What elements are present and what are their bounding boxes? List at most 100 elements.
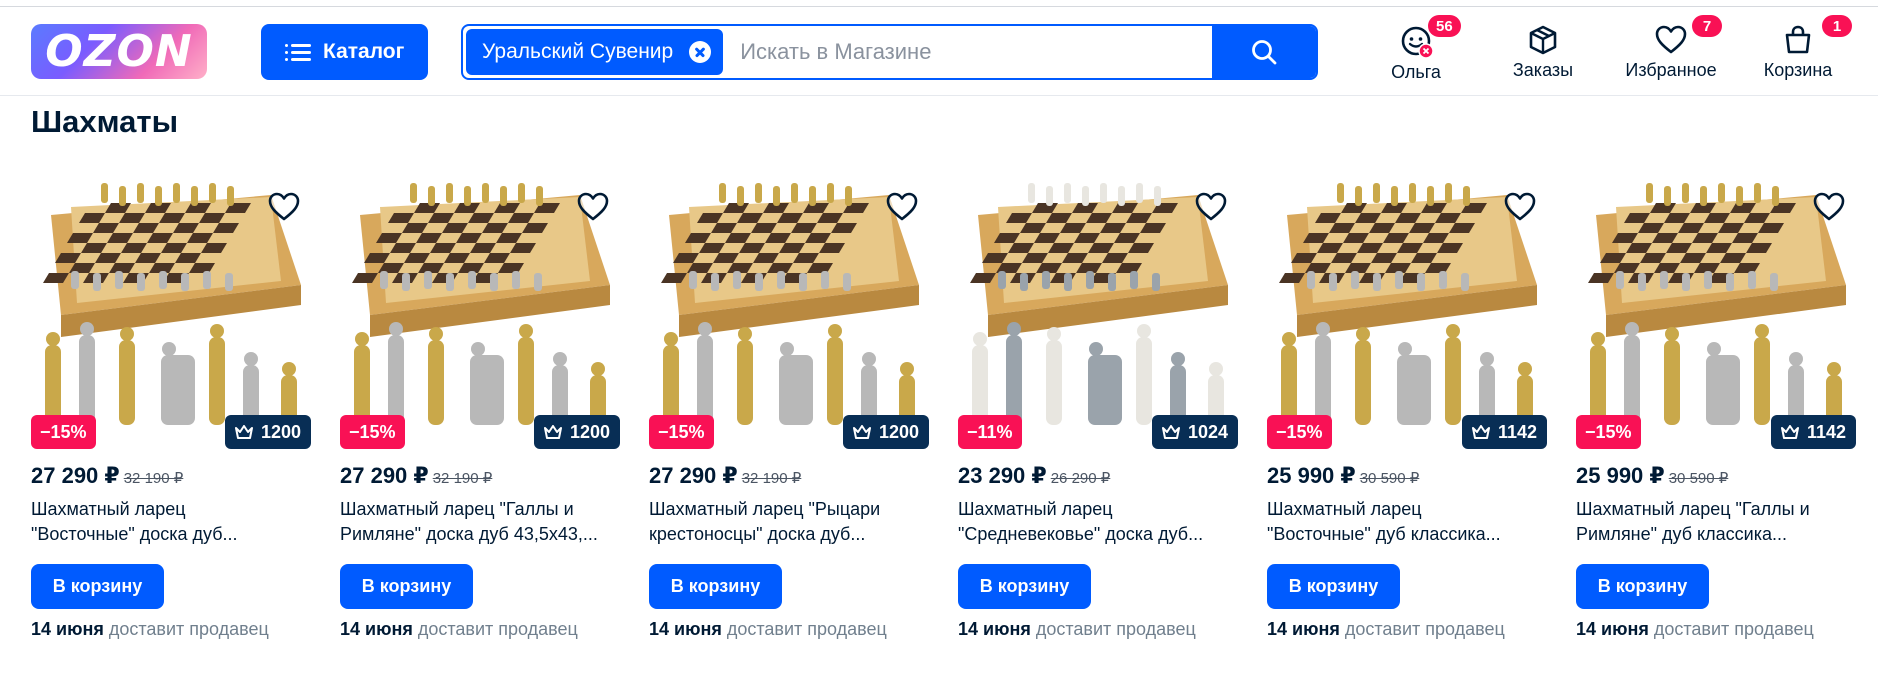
product-title-line-1: Шахматный ларец [31,499,186,519]
favorite-heart-icon[interactable] [1503,191,1537,228]
current-price: 23 290 ₽ [958,463,1047,488]
search-bar: Уральский Сувенир [461,24,1318,80]
delivery-date: 14 июня [958,619,1031,639]
product-title-line-2: Римляне" доска дуб 43,5х43,... [340,524,598,544]
points-value: 1200 [260,421,301,442]
product-title[interactable]: Шахматный ларец "Рыцари крестоносцы" дос… [649,497,929,547]
product-card[interactable]: −15% 1142 25 990 ₽30 590 ₽ Шахматный лар… [1576,175,1856,645]
product-title-line-1: Шахматный ларец "Рыцари [649,499,881,519]
delivery-date: 14 июня [1576,619,1649,639]
product-card[interactable]: −15% 1142 25 990 ₽30 590 ₽ Шахматный лар… [1267,175,1547,645]
product-title-line-2: "Средневековье" доска дуб... [958,524,1204,544]
crown-icon [1161,425,1180,439]
favorites-button[interactable]: 7 Избранное [1620,15,1722,84]
add-to-cart-button[interactable]: В корзину [958,564,1091,609]
points-value: 1200 [878,421,919,442]
crown-icon [234,425,253,439]
current-price: 25 990 ₽ [1267,463,1356,488]
ozon-logo[interactable]: OZON [31,24,207,79]
menu-icon [285,41,311,63]
delivery-date: 14 июня [340,619,413,639]
shopping-bag-icon [1785,25,1811,54]
add-to-cart-button[interactable]: В корзину [31,564,164,609]
points-value: 1200 [569,421,610,442]
cart-label: Корзина [1763,60,1833,80]
store-filter-chip[interactable]: Уральский Сувенир [466,29,724,75]
points-badge: 1200 [533,415,620,449]
crown-icon [852,425,871,439]
product-title[interactable]: Шахматный ларец "Восточные" дуб классика… [1267,497,1547,547]
old-price: 30 590 ₽ [1359,470,1420,487]
delivery-seller: доставит продавец [108,619,269,639]
clear-chip-icon[interactable] [689,41,712,63]
product-card[interactable]: −15% 1200 27 290 ₽32 190 ₽ Шахматный лар… [649,175,929,645]
old-price: 32 190 ₽ [432,470,493,487]
product-card[interactable]: −15% 1200 27 290 ₽32 190 ₽ Шахматный лар… [340,175,620,645]
add-to-cart-button[interactable]: В корзину [340,564,473,609]
current-price: 27 290 ₽ [31,463,120,488]
old-price: 30 590 ₽ [1668,470,1729,487]
cart-button[interactable]: 1 Корзина [1760,15,1852,84]
delivery-seller: доставит продавец [726,619,887,639]
delivery-info: 14 июня доставит продавец [340,619,578,640]
search-input[interactable] [726,26,1212,78]
add-to-cart-button[interactable]: В корзину [1267,564,1400,609]
delivery-seller: доставит продавец [1653,619,1814,639]
product-title-line-2: "Восточные" дуб классика... [1267,524,1501,544]
delivery-date: 14 июня [31,619,104,639]
product-title-line-1: Шахматный ларец "Галлы и [1576,499,1810,519]
delivery-seller: доставит продавец [417,619,578,639]
price: 27 290 ₽32 190 ₽ [340,463,492,489]
crown-icon [1780,425,1799,439]
delivery-info: 14 июня доставит продавец [1267,619,1505,640]
product-title-line-1: Шахматный ларец [1267,499,1422,519]
favorite-heart-icon[interactable] [1812,191,1846,228]
current-price: 25 990 ₽ [1576,463,1665,488]
price: 27 290 ₽32 190 ₽ [649,463,801,489]
favorite-heart-icon[interactable] [267,191,301,228]
delivery-date: 14 июня [1267,619,1340,639]
product-title[interactable]: Шахматный ларец "Галлы и Римляне" доска … [340,497,620,547]
discount-badge: −15% [649,415,714,449]
search-button[interactable] [1212,26,1316,78]
add-to-cart-button[interactable]: В корзину [649,564,782,609]
favorite-heart-icon[interactable] [1194,191,1228,228]
discount-badge: −11% [958,415,1022,449]
heart-icon [1655,25,1687,54]
product-title-line-2: Римляне" дуб классика... [1576,524,1787,544]
delivery-seller: доставит продавец [1035,619,1196,639]
current-price: 27 290 ₽ [340,463,429,488]
orders-label: Заказы [1512,60,1574,80]
discount-badge: −15% [31,415,96,449]
delivery-seller: доставит продавец [1344,619,1505,639]
page-title: Шахматы [31,104,179,139]
points-badge: 1142 [1461,415,1547,449]
delivery-info: 14 июня доставит продавец [958,619,1196,640]
product-title[interactable]: Шахматный ларец "Галлы и Римляне" дуб кл… [1576,497,1856,547]
favorite-heart-icon[interactable] [576,191,610,228]
product-card[interactable]: −11% 1024 23 290 ₽26 290 ₽ Шахматный лар… [958,175,1238,645]
profile-button[interactable]: 56 Ольга [1386,15,1461,84]
price: 27 290 ₽32 190 ₽ [31,463,183,489]
discount-badge: −15% [340,415,405,449]
points-badge: 1142 [1770,415,1856,449]
crown-icon [1471,425,1490,439]
favorite-heart-icon[interactable] [885,191,919,228]
old-price: 32 190 ₽ [123,470,184,487]
product-card[interactable]: −15% 1200 27 290 ₽32 190 ₽ Шахматный лар… [31,175,311,645]
cart-badge: 1 [1822,15,1852,37]
product-title-line-1: Шахматный ларец [958,499,1113,519]
points-badge: 1200 [224,415,311,449]
add-to-cart-button[interactable]: В корзину [1576,564,1709,609]
profile-label: Ольга [1391,62,1441,82]
search-icon [1252,40,1277,65]
delivery-date: 14 июня [649,619,722,639]
product-title[interactable]: Шахматный ларец "Восточные" доска дуб... [31,497,311,547]
box-icon [1529,25,1557,55]
points-badge: 1200 [842,415,929,449]
orders-button[interactable]: Заказы [1508,24,1578,84]
store-filter-label: Уральский Сувенир [482,40,674,63]
catalog-button[interactable]: Каталог [261,24,428,80]
product-title[interactable]: Шахматный ларец "Средневековье" доска ду… [958,497,1238,547]
catalog-label: Каталог [323,40,405,63]
